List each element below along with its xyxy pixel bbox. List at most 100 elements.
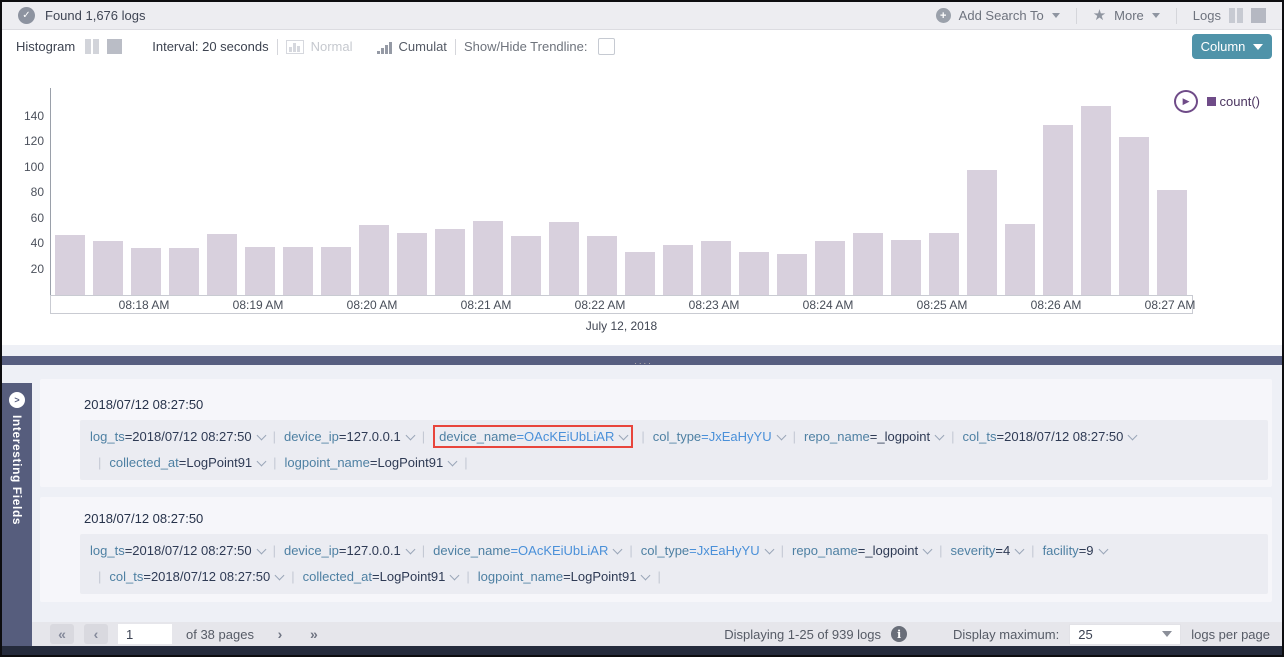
- found-logs-count: Found 1,676 logs: [45, 8, 145, 23]
- add-search-to-menu[interactable]: Add Search To: [959, 8, 1044, 23]
- histogram-bar[interactable]: [1157, 190, 1187, 295]
- field-dropdown-icon[interactable]: [275, 571, 285, 581]
- histogram-bar[interactable]: [1005, 224, 1035, 295]
- histogram-bar[interactable]: [739, 252, 769, 295]
- histogram-bar[interactable]: [435, 229, 465, 295]
- log-field-facility[interactable]: facility=9: [1043, 543, 1107, 558]
- field-separator: |: [273, 455, 276, 470]
- histogram-bar[interactable]: [815, 241, 845, 295]
- histogram-bar[interactable]: [283, 247, 313, 295]
- x-tick-label: 08:19 AM: [233, 298, 284, 312]
- histogram-bar[interactable]: [207, 234, 237, 295]
- histogram-full-icon[interactable]: [107, 39, 122, 54]
- field-separator: |: [464, 455, 467, 470]
- histogram-bar[interactable]: [587, 236, 617, 295]
- legend-swatch: [1207, 97, 1216, 106]
- log-field-collected_at[interactable]: collected_at=LogPoint91: [109, 455, 265, 470]
- log-field-col_ts[interactable]: col_ts=2018/07/12 08:27:50: [963, 429, 1137, 444]
- log-field-device_name[interactable]: device_name=OAcKEiUbLiAR: [433, 425, 633, 448]
- log-field-severity[interactable]: severity=4: [951, 543, 1024, 558]
- log-field-col_ts[interactable]: col_ts=2018/07/12 08:27:50: [109, 569, 283, 584]
- field-dropdown-icon[interactable]: [619, 431, 629, 441]
- histogram-bar[interactable]: [777, 254, 807, 295]
- histogram-bar[interactable]: [1043, 125, 1073, 295]
- histogram-chart: 20406080100120140 08:18 AM08:19 AM08:20 …: [2, 63, 1282, 345]
- legend-item[interactable]: count(): [1207, 94, 1260, 109]
- histogram-bar[interactable]: [397, 233, 427, 295]
- log-field-repo_name[interactable]: repo_name=_logpoint: [792, 543, 931, 558]
- log-field-log_ts[interactable]: log_ts=2018/07/12 08:27:50: [90, 543, 265, 558]
- histogram-bar[interactable]: [1119, 137, 1149, 295]
- full-view-icon[interactable]: [1251, 8, 1266, 23]
- field-dropdown-icon[interactable]: [935, 431, 945, 441]
- log-field-device_ip[interactable]: device_ip=127.0.0.1: [284, 429, 414, 444]
- play-circle-icon[interactable]: ▶: [1174, 90, 1198, 113]
- field-dropdown-icon[interactable]: [1098, 545, 1108, 555]
- histogram-bar[interactable]: [169, 248, 199, 295]
- histogram-bar[interactable]: [663, 245, 693, 295]
- chevron-down-icon[interactable]: [1152, 13, 1160, 18]
- log-field-logpoint_name[interactable]: logpoint_name=LogPoint91: [478, 569, 650, 584]
- field-dropdown-icon[interactable]: [448, 457, 458, 467]
- split-view-icon[interactable]: [1229, 8, 1243, 23]
- histogram-bar[interactable]: [473, 221, 503, 295]
- trendline-checkbox[interactable]: [598, 38, 615, 55]
- histogram-bar[interactable]: [321, 247, 351, 295]
- histogram-bar[interactable]: [245, 247, 275, 295]
- histogram-bar[interactable]: [967, 170, 997, 295]
- histogram-bar[interactable]: [93, 241, 123, 295]
- field-dropdown-icon[interactable]: [256, 431, 266, 441]
- field-dropdown-icon[interactable]: [764, 545, 774, 555]
- more-menu[interactable]: More: [1114, 8, 1144, 23]
- field-dropdown-icon[interactable]: [257, 457, 267, 467]
- interesting-fields-tab[interactable]: > Interesting Fields: [2, 383, 32, 646]
- histogram-bar[interactable]: [131, 248, 161, 295]
- histogram-bar[interactable]: [701, 241, 731, 295]
- expand-circle-icon[interactable]: >: [9, 392, 25, 408]
- histogram-bar[interactable]: [929, 233, 959, 295]
- prev-page-button[interactable]: ‹: [84, 624, 108, 644]
- display-maximum-select[interactable]: 25: [1069, 624, 1181, 645]
- first-page-button[interactable]: «: [50, 624, 74, 644]
- next-page-button[interactable]: ›: [268, 624, 292, 644]
- page-number-input[interactable]: [118, 624, 172, 644]
- success-check-icon: ✓: [18, 7, 35, 24]
- field-dropdown-icon[interactable]: [613, 545, 623, 555]
- field-dropdown-icon[interactable]: [776, 431, 786, 441]
- column-dropdown-button[interactable]: Column: [1192, 34, 1272, 59]
- field-dropdown-icon[interactable]: [450, 571, 460, 581]
- last-page-button[interactable]: »: [302, 624, 326, 644]
- field-dropdown-icon[interactable]: [405, 431, 415, 441]
- log-field-collected_at[interactable]: collected_at=LogPoint91: [303, 569, 459, 584]
- histogram-bar[interactable]: [625, 252, 655, 295]
- log-field-col_type[interactable]: col_type=JxEaHyYU: [641, 543, 773, 558]
- y-tick-label: 140: [2, 109, 44, 123]
- histogram-bar[interactable]: [359, 225, 389, 295]
- log-field-repo_name[interactable]: repo_name=_logpoint: [804, 429, 943, 444]
- log-field-log_ts[interactable]: log_ts=2018/07/12 08:27:50: [90, 429, 265, 444]
- histogram-bar[interactable]: [891, 240, 921, 295]
- histogram-bar[interactable]: [55, 235, 85, 295]
- log-field-device_ip[interactable]: device_ip=127.0.0.1: [284, 543, 414, 558]
- cumulative-mode-button[interactable]: Cumulat: [399, 39, 447, 54]
- field-separator: |: [273, 429, 276, 444]
- log-field-device_name[interactable]: device_name=OAcKEiUbLiAR: [433, 543, 621, 558]
- log-field-col_type[interactable]: col_type=JxEaHyYU: [653, 429, 785, 444]
- field-dropdown-icon[interactable]: [1128, 431, 1138, 441]
- normal-mode-button[interactable]: Normal: [311, 39, 353, 54]
- field-dropdown-icon[interactable]: [923, 545, 933, 555]
- histogram-bar[interactable]: [853, 233, 883, 295]
- field-dropdown-icon[interactable]: [405, 545, 415, 555]
- chevron-down-icon[interactable]: [1052, 13, 1060, 18]
- histogram-bar[interactable]: [1081, 106, 1111, 295]
- field-dropdown-icon[interactable]: [256, 545, 266, 555]
- histogram-bar[interactable]: [549, 222, 579, 295]
- y-tick-label: 20: [2, 262, 44, 276]
- info-icon[interactable]: i: [891, 626, 907, 642]
- log-field-logpoint_name[interactable]: logpoint_name=LogPoint91: [285, 455, 457, 470]
- x-axis-date-label: July 12, 2018: [50, 319, 1193, 333]
- field-dropdown-icon[interactable]: [1015, 545, 1025, 555]
- histogram-bar[interactable]: [511, 236, 541, 295]
- histogram-split-icon[interactable]: [85, 39, 99, 54]
- field-dropdown-icon[interactable]: [641, 571, 651, 581]
